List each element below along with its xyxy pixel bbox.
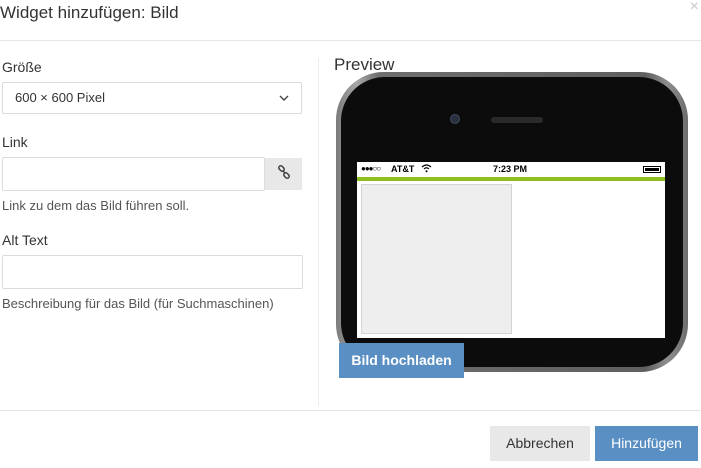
close-icon[interactable]: × [690,0,699,16]
upload-image-button[interactable]: Bild hochladen [339,343,464,378]
size-label: Größe [2,59,42,75]
link-label: Link [2,134,28,150]
accent-bar [357,177,665,181]
alt-text-input[interactable] [2,255,303,289]
battery-icon [643,166,661,173]
cancel-button[interactable]: Abbrechen [490,426,590,461]
footer-divider [0,410,701,411]
add-button[interactable]: Hinzufügen [595,426,698,461]
header-divider [0,40,701,41]
alt-text-label: Alt Text [2,232,48,248]
speaker-grille [491,117,543,123]
phone-status-bar: ●●●○○ AT&T 7:23 PM [357,162,665,177]
size-select[interactable]: 600 × 600 Pixel [2,82,302,114]
image-placeholder [361,184,512,334]
chevron-down-icon [279,83,289,124]
alt-text-help: Beschreibung für das Bild (für Suchmasch… [2,296,274,311]
status-time: 7:23 PM [493,164,528,174]
column-divider [318,58,319,406]
phone-screen: ●●●○○ AT&T 7:23 PM [357,162,665,338]
link-button[interactable] [264,158,302,190]
signal-indicator: ●●●○○ [361,164,381,173]
wifi-icon [421,163,432,175]
chain-link-icon [277,164,291,184]
link-input[interactable] [2,157,265,191]
dialog-title: Widget hinzufügen: Bild [0,3,179,22]
carrier-name: AT&T [391,164,415,174]
link-help-text: Link zu dem das Bild führen soll. [2,198,190,213]
camera-icon [450,114,460,124]
size-select-value: 600 × 600 Pixel [15,90,105,105]
